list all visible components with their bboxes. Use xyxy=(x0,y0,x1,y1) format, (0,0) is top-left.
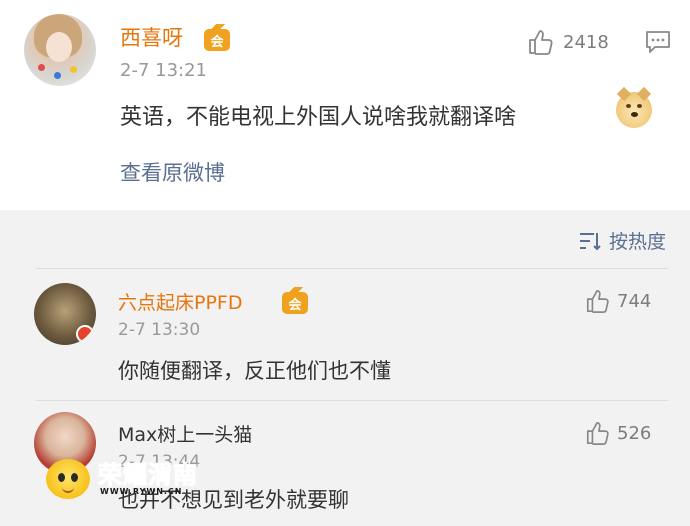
doge-eye xyxy=(626,104,631,108)
sort-icon xyxy=(579,232,601,250)
doge-ear xyxy=(616,86,632,102)
sort-row: 按热度 xyxy=(0,210,690,268)
post-time: 2-7 13:21 xyxy=(120,60,207,81)
like-count: 2418 xyxy=(563,31,609,53)
sort-by-hot-button[interactable]: 按热度 xyxy=(579,227,666,254)
reply-like-button[interactable]: 526 xyxy=(585,420,651,446)
user-avatar[interactable] xyxy=(24,14,96,86)
reply-avatar[interactable] xyxy=(34,283,96,345)
doge-nose xyxy=(631,112,638,117)
watermark-text: 荣耀渭南 xyxy=(98,461,198,490)
divider xyxy=(36,268,668,269)
vip-crown-icon: 会 xyxy=(282,287,308,314)
watermark-logo: 荣耀渭南 WWW.RYWN.CN xyxy=(46,455,226,503)
reply-like-button[interactable]: 744 xyxy=(585,288,651,314)
comment-icon[interactable] xyxy=(645,30,671,54)
view-original-link[interactable]: 查看原微博 xyxy=(120,157,225,187)
smiley-eye xyxy=(58,473,65,482)
reply-text: 你随便翻译，反正他们也不懂 xyxy=(118,359,391,383)
sort-label: 按热度 xyxy=(608,231,666,253)
thumbs-up-icon xyxy=(586,289,609,313)
doge-ear xyxy=(636,86,652,102)
reply-username[interactable]: 六点起床PPFD xyxy=(118,288,242,315)
reply-username[interactable]: Max树上一头猫 xyxy=(118,420,252,447)
vip-badge-label: 会 xyxy=(210,34,224,50)
vip-crown-icon: 会 xyxy=(204,24,230,51)
vip-badge-label: 会 xyxy=(288,297,302,313)
like-count: 526 xyxy=(617,422,652,444)
doge-emoji-icon xyxy=(616,86,652,128)
avatar-face xyxy=(46,32,72,62)
post-username[interactable]: 西喜呀 xyxy=(120,22,183,52)
smiley-eye xyxy=(71,473,78,482)
watermark-url: WWW.RYWN.CN xyxy=(100,487,183,496)
avatar-dot xyxy=(38,64,45,71)
post-text: 英语，不能电视上外国人说啥我就翻译啥 xyxy=(120,105,517,130)
like-button[interactable]: 2418 xyxy=(527,28,609,56)
doge-eye xyxy=(637,104,642,108)
like-count: 744 xyxy=(617,290,652,312)
thumbs-up-icon xyxy=(529,30,553,55)
avatar-dot xyxy=(70,66,77,73)
avatar-dot xyxy=(54,72,61,79)
verified-badge-icon xyxy=(76,325,94,343)
main-post: 西喜呀 会 2-7 13:21 英语，不能电视上外国人说啥我就翻译啥 查看原微博… xyxy=(0,0,690,210)
smiley-face-icon xyxy=(46,459,90,499)
thumbs-up-icon xyxy=(586,421,609,445)
divider xyxy=(36,400,668,401)
smiley-mouth xyxy=(62,485,74,493)
reply-time: 2-7 13:30 xyxy=(118,320,201,340)
